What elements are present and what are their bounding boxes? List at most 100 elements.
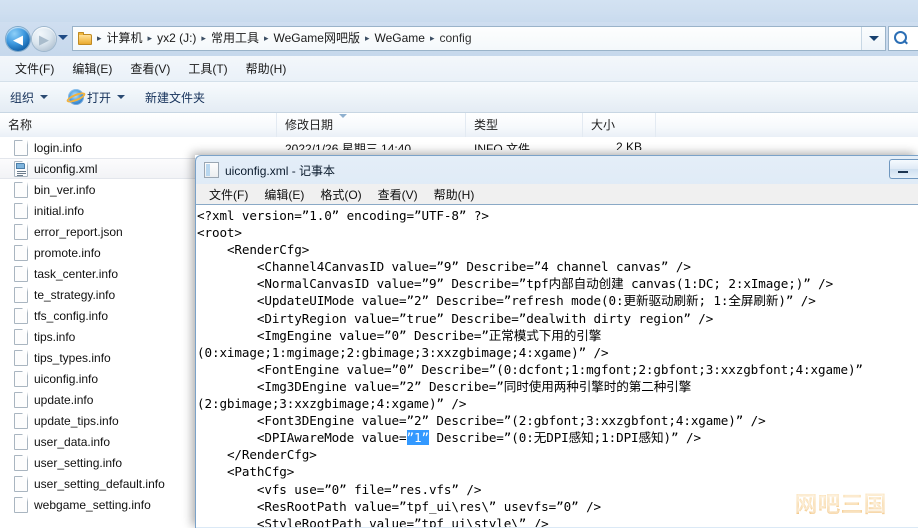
notepad-title: uiconfig.xml - 记事本	[225, 163, 336, 178]
file-name: uiconfig.info	[34, 371, 99, 386]
notepad-menu-format[interactable]: 格式(O)	[312, 186, 369, 203]
file-icon	[14, 370, 28, 387]
file-icon	[14, 244, 28, 261]
file-name: bin_ver.info	[34, 182, 96, 197]
file-icon	[14, 181, 28, 198]
notepad-icon	[204, 162, 219, 178]
menu-help[interactable]: 帮助(H)	[237, 57, 296, 80]
sort-ascending-icon	[339, 114, 347, 118]
menu-view[interactable]: 查看(V)	[121, 57, 179, 80]
menu-edit[interactable]: 编辑(E)	[63, 57, 121, 80]
breadcrumb[interactable]: ▸ 计算机 ▸ yx2 (J:) ▸ 常用工具 ▸ WeGame网吧版 ▸ We…	[73, 27, 861, 50]
file-icon	[14, 328, 28, 345]
file-name: user_setting_default.info	[34, 476, 165, 491]
file-name: user_data.info	[34, 434, 111, 449]
search-icon	[894, 31, 907, 44]
file-icon	[14, 433, 28, 450]
file-name: tips.info	[34, 329, 76, 344]
back-arrow-icon: ◀	[13, 31, 23, 47]
file-icon	[14, 496, 28, 513]
file-icon	[14, 349, 28, 366]
file-icon	[14, 412, 28, 429]
window-title-strip	[0, 0, 918, 22]
file-name: uiconfig.xml	[34, 161, 98, 176]
folder-icon	[78, 32, 93, 45]
notepad-menu-edit[interactable]: 编辑(E)	[256, 186, 312, 203]
breadcrumb-item-4[interactable]: WeGame	[372, 27, 428, 50]
xml-file-icon	[14, 160, 28, 177]
column-header-blank[interactable]	[656, 113, 918, 137]
breadcrumb-separator-2: ▸	[201, 33, 206, 43]
organize-button[interactable]: 组织	[0, 85, 58, 109]
notepad-content[interactable]: <?xml version=”1.0” encoding=”UTF-8” ?> …	[197, 207, 918, 527]
new-folder-label: 新建文件夹	[145, 90, 206, 105]
notepad-titlebar[interactable]: uiconfig.xml - 记事本	[196, 156, 918, 184]
file-name: te_strategy.info	[34, 287, 116, 302]
chevron-down-icon	[40, 95, 49, 99]
breadcrumb-separator-4: ▸	[364, 33, 370, 43]
notepad-menubar: 文件(F) 编辑(E) 格式(O) 查看(V) 帮助(H)	[196, 184, 918, 204]
notepad-menu-help[interactable]: 帮助(H)	[426, 186, 483, 203]
open-label: 打开	[87, 90, 112, 105]
breadcrumb-item-1[interactable]: yx2 (J:)	[154, 27, 199, 50]
forward-arrow-icon: ▶	[39, 31, 49, 47]
open-button[interactable]: 打开	[58, 85, 135, 109]
file-name: webgame_setting.info	[34, 497, 151, 512]
file-name: task_center.info	[34, 266, 119, 281]
file-name: tips_types.info	[34, 350, 111, 365]
file-size: 2 KB	[616, 140, 643, 150]
column-header-size[interactable]: 大小	[583, 113, 656, 137]
search-input[interactable]	[888, 26, 918, 51]
column-header-name[interactable]: 名称	[0, 113, 277, 137]
notepad-window[interactable]: uiconfig.xml - 记事本 文件(F) 编辑(E) 格式(O) 查看(…	[195, 155, 918, 528]
column-header-row: 名称 修改日期 类型 大小	[0, 113, 918, 138]
file-icon	[14, 307, 28, 324]
chevron-down-icon	[117, 95, 126, 99]
chevron-down-icon	[868, 36, 879, 41]
column-header-date-modified[interactable]: 修改日期	[277, 113, 466, 137]
address-bar-row: ◀ ▶ ▸ 计算机 ▸ yx2 (J:) ▸ 常用工具 ▸ WeGame网吧版 …	[0, 22, 918, 56]
internet-explorer-icon	[68, 89, 85, 105]
breadcrumb-item-3[interactable]: WeGame网吧版	[271, 27, 363, 50]
notepad-text-before-selection: <?xml version=”1.0” encoding=”UTF-8” ?> …	[197, 208, 863, 446]
file-icon	[14, 202, 28, 219]
new-folder-button[interactable]: 新建文件夹	[135, 85, 215, 109]
explorer-toolbar: 组织 打开 新建文件夹	[0, 82, 918, 113]
notepad-text-area[interactable]: <?xml version=”1.0” encoding=”UTF-8” ?> …	[196, 204, 918, 527]
minimize-button[interactable]	[889, 159, 918, 179]
back-button[interactable]: ◀	[6, 27, 30, 51]
breadcrumb-item-2[interactable]: 常用工具	[208, 27, 262, 50]
file-date-modified: 2022/1/26 星期三 14:40	[285, 142, 412, 150]
breadcrumb-separator-0: ▸	[97, 33, 102, 43]
notepad-menu-view[interactable]: 查看(V)	[370, 186, 426, 203]
breadcrumb-separator-5: ▸	[429, 33, 435, 43]
breadcrumb-item-5[interactable]: config	[437, 27, 475, 50]
address-dropdown-button[interactable]	[861, 27, 885, 50]
notepad-menu-file[interactable]: 文件(F)	[201, 186, 256, 203]
address-bar[interactable]: ▸ 计算机 ▸ yx2 (J:) ▸ 常用工具 ▸ WeGame网吧版 ▸ We…	[72, 26, 886, 51]
breadcrumb-item-0[interactable]: 计算机	[104, 27, 146, 50]
menu-file[interactable]: 文件(F)	[6, 57, 63, 80]
file-type: INFO 文件	[474, 142, 530, 150]
explorer-menubar: 文件(F) 编辑(E) 查看(V) 工具(T) 帮助(H)	[0, 56, 918, 82]
recent-pages-chevron-down-icon[interactable]	[58, 35, 68, 40]
forward-button[interactable]: ▶	[32, 27, 56, 51]
file-name: user_setting.info	[34, 455, 123, 470]
file-name: promote.info	[34, 245, 101, 260]
column-header-type[interactable]: 类型	[466, 113, 583, 137]
breadcrumb-separator-1: ▸	[147, 33, 153, 43]
file-name: tfs_config.info	[34, 308, 109, 323]
file-name: update.info	[34, 392, 94, 407]
file-name: error_report.json	[34, 224, 123, 239]
file-name: initial.info	[34, 203, 85, 218]
file-icon	[14, 475, 28, 492]
file-icon	[14, 223, 28, 240]
notepad-selected-text[interactable]: ”1”	[406, 430, 429, 446]
file-icon	[14, 265, 28, 282]
menu-tools[interactable]: 工具(T)	[179, 57, 236, 80]
file-name: update_tips.info	[34, 413, 119, 428]
breadcrumb-separator-3: ▸	[263, 33, 269, 43]
file-icon	[14, 454, 28, 471]
minimize-icon	[898, 171, 908, 173]
file-icon	[14, 286, 28, 303]
